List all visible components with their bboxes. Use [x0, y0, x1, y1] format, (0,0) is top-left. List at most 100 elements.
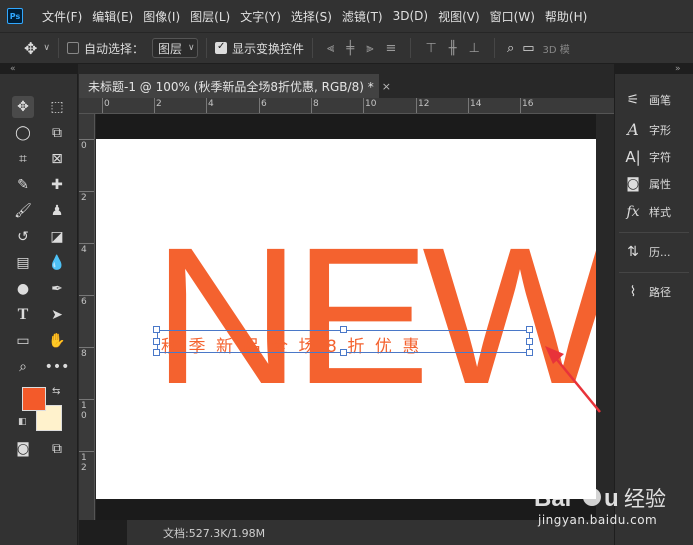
- quick-mask-icon[interactable]: ◙: [12, 438, 34, 460]
- panel-properties[interactable]: ◙ 属性: [623, 176, 671, 192]
- transform-handle-bottom-right[interactable]: [526, 349, 533, 356]
- panel-brush-settings[interactable]: ⚟ 画笔: [623, 92, 671, 108]
- rectangle-tool-icon[interactable]: ▭: [12, 330, 34, 352]
- zoom-field[interactable]: [79, 520, 127, 545]
- transform-handle-middle-left[interactable]: [153, 338, 160, 345]
- eraser-tool-icon[interactable]: ◪: [46, 226, 68, 248]
- menu-filter[interactable]: 滤镜(T): [337, 8, 388, 25]
- transform-handle-top-right[interactable]: [526, 326, 533, 333]
- type-tool-icon[interactable]: T: [12, 304, 34, 326]
- align-bottom-icon[interactable]: ⊥: [469, 41, 480, 56]
- foreground-color-swatch[interactable]: [22, 387, 46, 411]
- align-right-icon[interactable]: ⫸: [366, 41, 373, 56]
- menu-help[interactable]: 帮助(H): [540, 8, 592, 25]
- frame-tool-icon[interactable]: ⊠: [46, 148, 68, 170]
- document-tabs: 未标题-1 @ 100% (秋季新品全场8折优惠, RGB/8) * ×: [79, 74, 614, 98]
- marquee-tool-icon[interactable]: ⬚: [46, 96, 68, 118]
- svg-text:u: u: [604, 485, 619, 512]
- history-icon: ⇅: [627, 244, 639, 260]
- object-select-tool-icon[interactable]: ⧉: [46, 122, 68, 144]
- menu-image[interactable]: 图像(I): [138, 8, 185, 25]
- document-tab-title: 未标题-1 @ 100% (秋季新品全场8折优惠, RGB/8) *: [88, 79, 374, 94]
- ruler-horizontal[interactable]: 0 2 4 6 8 10 12 14 16: [79, 98, 614, 114]
- clone-stamp-tool-icon[interactable]: ♟: [46, 200, 68, 222]
- ruler-tick: [102, 98, 103, 113]
- align-center-h-icon[interactable]: ╪: [346, 41, 354, 56]
- align-middle-icon[interactable]: ╫: [449, 41, 457, 56]
- properties-icon: ◙: [626, 176, 640, 192]
- ruler-tick: [468, 98, 469, 113]
- document-canvas[interactable]: NEW: [96, 139, 596, 499]
- transform-handle-middle-right[interactable]: [526, 338, 533, 345]
- ruler-tick: [79, 139, 94, 140]
- menu-window[interactable]: 窗口(W): [485, 8, 540, 25]
- more-tools-icon[interactable]: •••: [45, 356, 70, 378]
- ruler-label: 0: [81, 141, 87, 151]
- show-transform-checkbox[interactable]: [215, 41, 228, 54]
- collapse-left-icon[interactable]: «: [10, 64, 15, 74]
- ruler-label: 2: [156, 99, 162, 109]
- brush-settings-icon: ⚟: [626, 92, 640, 108]
- panel-glyphs[interactable]: A 字形: [623, 120, 671, 139]
- menu-select[interactable]: 选择(S): [286, 8, 337, 25]
- lasso-tool-icon[interactable]: ◯: [12, 122, 34, 144]
- menu-type[interactable]: 文字(Y): [235, 8, 286, 25]
- brush-tool-icon[interactable]: 🖌: [12, 200, 34, 222]
- transform-handle-top-left[interactable]: [153, 326, 160, 333]
- auto-select-checkbox[interactable]: [67, 42, 79, 54]
- distribute-icon[interactable]: ≡: [386, 41, 397, 56]
- chevron-down-icon[interactable]: ∨: [43, 43, 50, 53]
- collapse-right-icon[interactable]: »: [675, 64, 680, 74]
- ruler-label: 6: [261, 99, 267, 109]
- annotation-arrow-head: [545, 346, 564, 364]
- layer-dropdown[interactable]: 图层 ∨: [152, 38, 199, 58]
- move-tool-icon[interactable]: ✥: [12, 96, 34, 118]
- panel-character[interactable]: A| 字符: [623, 148, 671, 166]
- ruler-label: 1 0: [81, 401, 87, 421]
- panel-history[interactable]: ⇅ 历...: [623, 244, 670, 260]
- annotation-arrow-shaft: [553, 355, 601, 413]
- menu-edit[interactable]: 编辑(E): [87, 8, 138, 25]
- menu-view[interactable]: 视图(V): [433, 8, 485, 25]
- ruler-label: 10: [365, 99, 377, 109]
- panel-label: 字形: [649, 123, 671, 137]
- healing-brush-tool-icon[interactable]: ✚: [46, 174, 68, 196]
- panel-paths[interactable]: ⌇ 路径: [623, 284, 671, 300]
- zoom-tool-icon[interactable]: ⌕: [12, 356, 34, 378]
- transform-handle-top-center[interactable]: [340, 326, 347, 333]
- workspace-icon[interactable]: ▭: [522, 41, 534, 56]
- eyedropper-tool-icon[interactable]: ✎: [12, 174, 34, 196]
- menu-3d[interactable]: 3D(D): [388, 9, 433, 23]
- gradient-tool-icon[interactable]: ▤: [12, 252, 34, 274]
- transform-handle-bottom-center[interactable]: [340, 349, 347, 356]
- glyphs-icon: A: [627, 120, 639, 139]
- close-icon[interactable]: ×: [382, 80, 391, 93]
- menu-layer[interactable]: 图层(L): [185, 8, 235, 25]
- path-selection-tool-icon[interactable]: ➤: [46, 304, 68, 326]
- hand-tool-icon[interactable]: ✋: [46, 330, 68, 352]
- divider: [410, 38, 412, 58]
- ruler-tick: [520, 98, 521, 113]
- document-tab[interactable]: 未标题-1 @ 100% (秋季新品全场8折优惠, RGB/8) * ×: [79, 74, 391, 98]
- transform-handle-bottom-left[interactable]: [153, 349, 160, 356]
- new-text-layer[interactable]: NEW: [152, 219, 596, 414]
- panel-styles[interactable]: fx 样式: [623, 204, 671, 220]
- history-brush-tool-icon[interactable]: ↺: [12, 226, 34, 248]
- ruler-label: 0: [104, 99, 110, 109]
- blur-tool-icon[interactable]: 💧: [46, 252, 68, 274]
- 3d-mode-label: 3D 模: [542, 44, 570, 56]
- ruler-label: 8: [313, 99, 319, 109]
- swap-colors-icon[interactable]: ⇆: [52, 386, 60, 397]
- screen-mode-icon[interactable]: ⧉: [46, 438, 68, 460]
- align-top-icon[interactable]: ⊤: [425, 41, 436, 56]
- menu-file[interactable]: 文件(F): [37, 8, 87, 25]
- default-colors-icon[interactable]: ◧: [18, 417, 27, 427]
- dodge-tool-icon[interactable]: ●: [12, 278, 34, 300]
- align-left-icon[interactable]: ⫷: [327, 41, 334, 56]
- pen-tool-icon[interactable]: ✒: [46, 278, 68, 300]
- move-tool-icon[interactable]: ✥: [24, 39, 37, 58]
- crop-tool-icon[interactable]: ⌗: [12, 148, 34, 170]
- document-size-info[interactable]: 文档:527.3K/1.98M: [163, 525, 265, 541]
- search-icon[interactable]: ⌕: [507, 41, 514, 56]
- ruler-vertical[interactable]: 0 2 4 6 8 1 0 1 2: [79, 114, 95, 520]
